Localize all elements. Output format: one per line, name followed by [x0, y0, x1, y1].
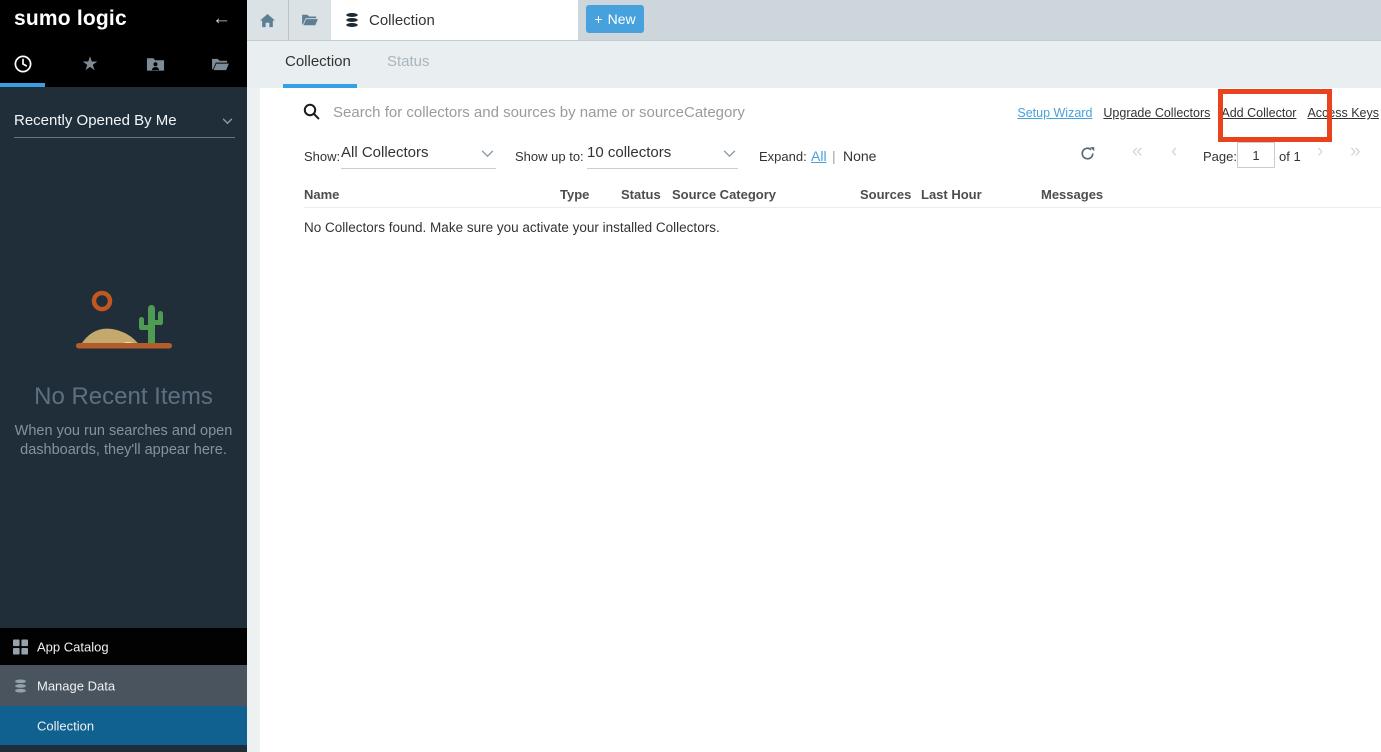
secondary-tab-bar: Collection Status [247, 41, 1381, 88]
sumo-logic-app: sumo logic ← ★ Recently Opened By Me [0, 0, 1381, 752]
sidebar-logo-bar: sumo logic ← [0, 0, 247, 40]
database-icon [13, 678, 28, 693]
chevron-down-icon [481, 150, 494, 158]
show-label: Show: [304, 149, 340, 164]
separator: | [832, 148, 836, 164]
refresh-icon[interactable] [1080, 146, 1095, 161]
column-header-messages: Messages [1041, 187, 1103, 202]
prev-page-icon[interactable]: ‹ [1171, 142, 1177, 161]
access-keys-link[interactable]: Access Keys [1307, 106, 1379, 120]
favorites-star-icon[interactable]: ★ [77, 52, 103, 76]
sidebar-empty-title: No Recent Items [0, 383, 247, 411]
sidebar-item-manage-data[interactable]: Manage Data [0, 665, 247, 706]
expand-label: Expand: [759, 149, 807, 164]
new-button[interactable]: + New [586, 5, 644, 33]
setup-wizard-link[interactable]: Setup Wizard [1017, 106, 1092, 120]
limit-label: Show up to: [515, 149, 584, 164]
collapse-sidebar-icon[interactable]: ← [212, 8, 231, 30]
sidebar-item-label: Collection [37, 718, 94, 733]
tab-collection[interactable]: Collection [331, 0, 578, 40]
subtab-status[interactable]: Status [387, 53, 430, 70]
app-grid-icon [13, 639, 28, 654]
active-icon-tab-indicator [0, 83, 45, 87]
tab-strip: Collection + New [247, 0, 1381, 41]
column-header-status: Status [621, 187, 661, 202]
page-label: Page: [1203, 149, 1237, 164]
page-total: of 1 [1279, 149, 1301, 164]
collector-action-links: Setup Wizard Upgrade Collectors Add Coll… [1017, 106, 1379, 120]
library-folder-icon[interactable] [207, 52, 233, 76]
upgrade-collectors-link[interactable]: Upgrade Collectors [1103, 106, 1210, 120]
plus-icon: + [594, 11, 602, 27]
expand-none-link[interactable]: None [843, 148, 876, 164]
column-header-last-hour: Last Hour [921, 187, 982, 202]
search-icon [303, 103, 320, 120]
sun-icon [94, 293, 110, 309]
desert-illustration [62, 288, 186, 358]
new-button-label: New [608, 11, 636, 27]
sidebar-item-collection[interactable]: Collection [0, 706, 247, 745]
chevron-down-icon [222, 118, 233, 125]
column-header-sources: Sources [860, 187, 911, 202]
limit-dropdown-value: 10 collectors [587, 144, 671, 161]
show-dropdown[interactable]: All Collectors [341, 141, 496, 169]
sidebar-icon-tabs: ★ [0, 40, 247, 87]
table-empty-message: No Collectors found. Make sure you activ… [304, 220, 720, 235]
sidebar-empty-message: When you run searches and open dashboard… [14, 422, 234, 460]
last-page-icon[interactable]: » [1350, 142, 1361, 161]
folder-icon [301, 13, 319, 27]
sidebar: sumo logic ← ★ Recently Opened By Me [0, 0, 247, 752]
sumo-logic-logo: sumo logic [14, 7, 127, 31]
sidebar-item-label: Manage Data [37, 678, 115, 693]
tab-label: Collection [369, 12, 435, 29]
show-dropdown-value: All Collectors [341, 144, 429, 161]
home-button[interactable] [247, 0, 289, 40]
personal-folder-icon[interactable] [142, 52, 168, 76]
search-input[interactable] [331, 97, 955, 127]
recents-clock-icon[interactable] [10, 52, 36, 76]
sidebar-item-label: App Catalog [37, 639, 109, 654]
column-header-source-category: Source Category [672, 187, 776, 202]
column-header-name: Name [304, 187, 339, 202]
database-icon [344, 12, 360, 28]
home-icon [259, 13, 276, 28]
add-collector-link[interactable]: Add Collector [1221, 106, 1296, 120]
recent-filter-dropdown[interactable]: Recently Opened By Me [14, 108, 235, 138]
recent-filter-label: Recently Opened By Me [14, 112, 177, 129]
expand-all-link[interactable]: All [811, 148, 827, 164]
chevron-down-icon [723, 150, 736, 158]
first-page-icon[interactable]: « [1132, 142, 1143, 161]
page-input[interactable] [1237, 142, 1275, 168]
collection-panel: Setup Wizard Upgrade Collectors Add Coll… [260, 88, 1381, 752]
limit-dropdown[interactable]: 10 collectors [587, 141, 738, 169]
next-page-icon[interactable]: › [1317, 142, 1323, 161]
subtab-collection[interactable]: Collection [285, 53, 351, 70]
table-header-divider [304, 207, 1381, 208]
column-header-type: Type [560, 187, 589, 202]
sidebar-item-app-catalog[interactable]: App Catalog [0, 628, 247, 665]
library-button[interactable] [289, 0, 332, 40]
